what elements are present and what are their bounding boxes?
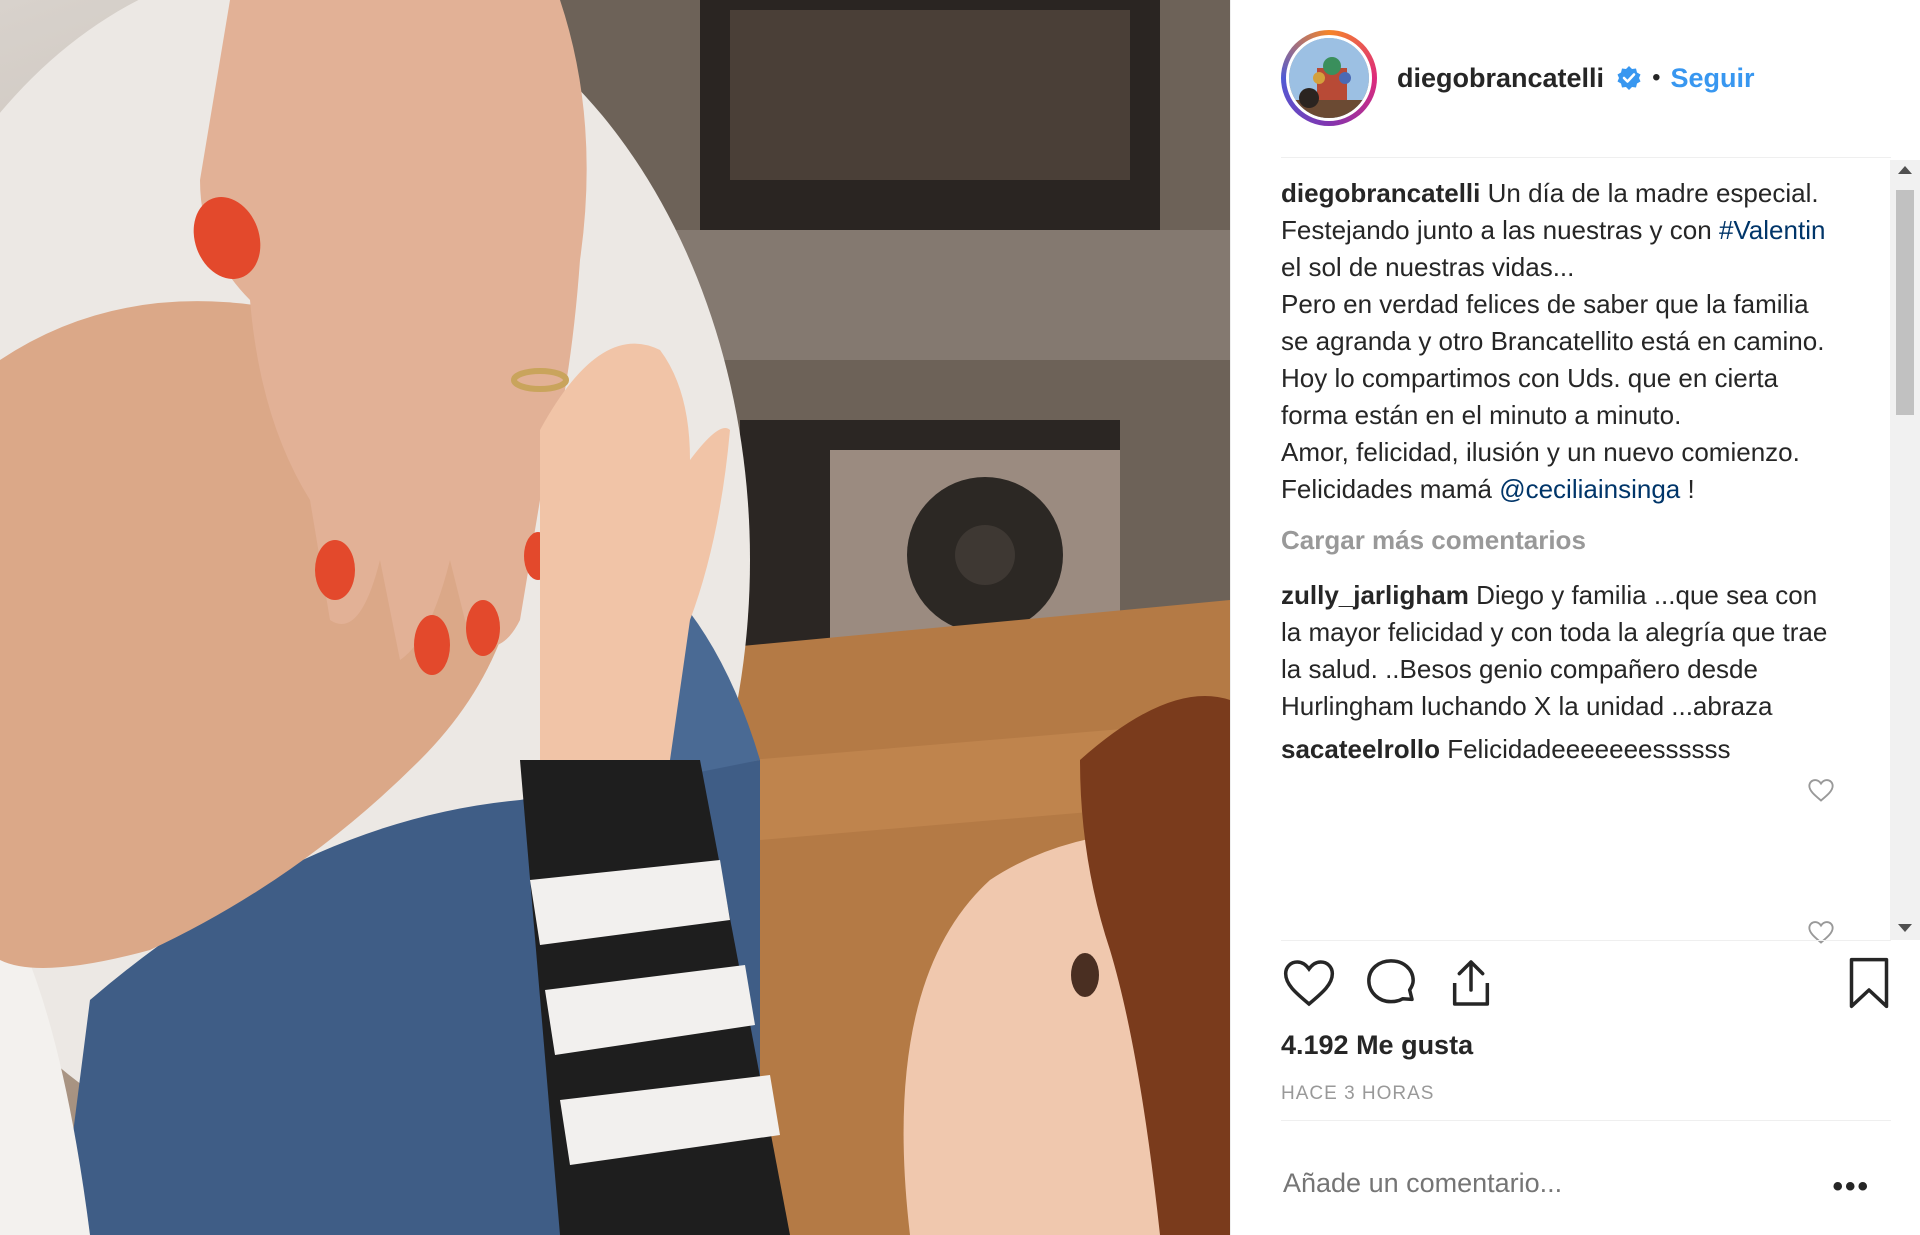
- post-photo[interactable]: [0, 0, 1230, 1235]
- post-header: diegobrancatelli • Seguir: [1281, 26, 1891, 130]
- bookmark-icon[interactable]: [1841, 955, 1897, 1011]
- post-caption: diegobrancatelli Un día de la madre espe…: [1281, 175, 1841, 508]
- comments-scrollbar[interactable]: [1890, 160, 1920, 940]
- post-side-panel: diegobrancatelli • Seguir diegobrancatel…: [1230, 0, 1920, 1235]
- avatar-image: [1289, 38, 1369, 118]
- add-comment-input[interactable]: [1281, 1162, 1845, 1204]
- header-separator: •: [1652, 64, 1661, 91]
- comment-username[interactable]: zully_jarligham: [1281, 580, 1469, 610]
- scrollbar-thumb[interactable]: [1896, 190, 1914, 415]
- caption-username[interactable]: diegobrancatelli: [1281, 178, 1480, 208]
- comment-item: sacateelrollo Felicidadeeeeeeessssss: [1281, 731, 1841, 768]
- photo-illustration: [0, 0, 1230, 1235]
- comments-list[interactable]: diegobrancatelli Un día de la madre espe…: [1281, 175, 1841, 937]
- load-more-comments-button[interactable]: Cargar más comentarios: [1281, 522, 1841, 559]
- avatar-story-ring[interactable]: [1281, 30, 1377, 126]
- comment-icon[interactable]: [1363, 955, 1419, 1011]
- avatar[interactable]: [1286, 35, 1372, 121]
- caption-text-3: !: [1680, 474, 1695, 504]
- verified-badge-icon: [1616, 65, 1642, 91]
- comment-like-heart-icon[interactable]: [1807, 776, 1835, 804]
- comment-like-heart-icon[interactable]: [1807, 918, 1835, 946]
- caption-hashtag[interactable]: #Valentin: [1719, 215, 1826, 245]
- instagram-post: diegobrancatelli • Seguir diegobrancatel…: [0, 0, 1920, 1235]
- more-options-button[interactable]: •••: [1832, 1170, 1870, 1204]
- scroll-down-arrow-icon[interactable]: [1898, 924, 1912, 932]
- caption-text-2: el sol de nuestras vidas... Pero en verd…: [1281, 252, 1825, 504]
- caption-mention[interactable]: @ceciliainsinga: [1499, 474, 1680, 504]
- heart-icon[interactable]: [1281, 955, 1337, 1011]
- header-username[interactable]: diegobrancatelli: [1397, 63, 1604, 94]
- post-actions: [1281, 955, 1891, 1015]
- likes-count[interactable]: 4.192 Me gusta: [1281, 1030, 1473, 1061]
- post-timestamp[interactable]: HACE 3 HORAS: [1281, 1083, 1434, 1105]
- actions-divider: [1281, 940, 1891, 941]
- comment-username[interactable]: sacateelrollo: [1281, 734, 1440, 764]
- scroll-up-arrow-icon[interactable]: [1898, 166, 1912, 174]
- follow-button[interactable]: Seguir: [1670, 63, 1754, 94]
- comment-box-divider: [1281, 1120, 1891, 1121]
- header-divider: [1281, 157, 1891, 158]
- share-icon[interactable]: [1443, 955, 1499, 1011]
- comment-text: Felicidadeeeeeeessssss: [1447, 734, 1731, 764]
- comment-item: zully_jarligham Diego y familia ...que s…: [1281, 577, 1841, 725]
